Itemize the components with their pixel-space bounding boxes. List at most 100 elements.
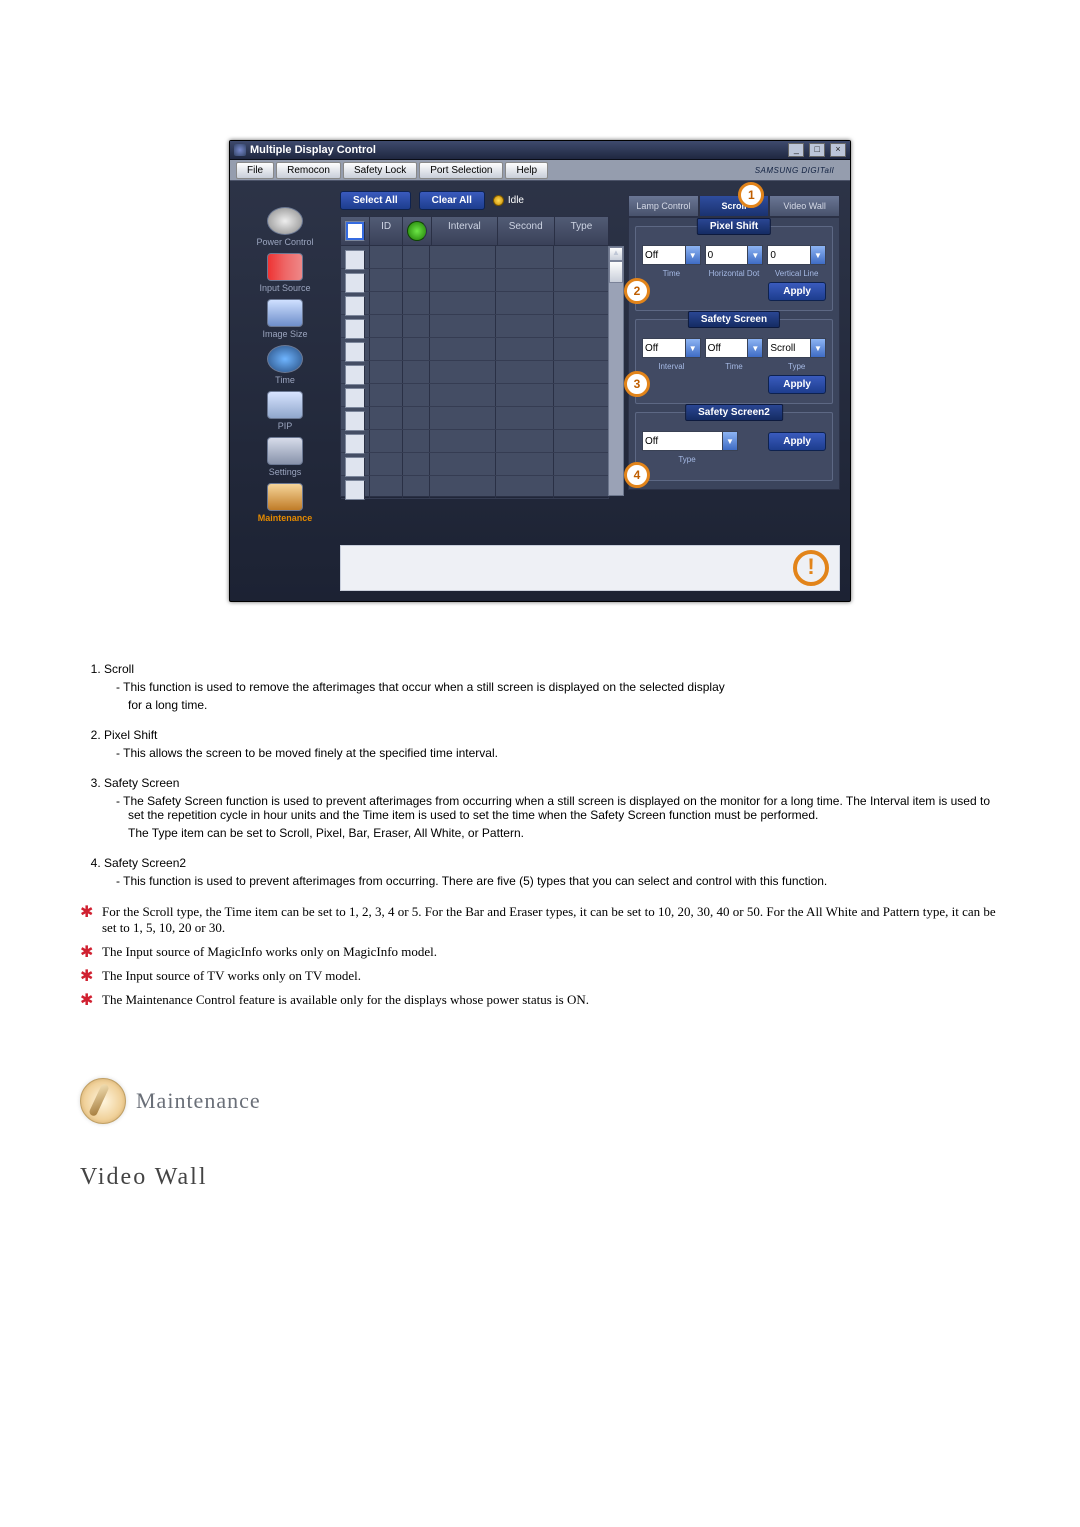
right-tabs: Lamp Control Scroll 1 Video Wall — [628, 195, 840, 217]
chevron-down-icon: ▼ — [810, 246, 825, 264]
safety-screen-time-select[interactable]: Off▼ — [705, 338, 764, 358]
table-row[interactable] — [341, 476, 609, 499]
badge-2: 2 — [624, 278, 650, 304]
menu-help[interactable]: Help — [505, 162, 548, 179]
row-checkbox[interactable] — [345, 296, 365, 316]
tab-video-wall[interactable]: Video Wall — [769, 195, 840, 217]
note-line: The Input source of MagicInfo works only… — [80, 944, 1000, 960]
row-checkbox[interactable] — [345, 319, 365, 339]
doc-line: for a long time. — [104, 698, 1000, 712]
menu-remocon[interactable]: Remocon — [276, 162, 341, 179]
pixel-shift-legend: Pixel Shift — [697, 218, 771, 235]
menu-file[interactable]: File — [236, 162, 274, 179]
table-row[interactable] — [341, 269, 609, 292]
table-row[interactable] — [341, 315, 609, 338]
row-checkbox[interactable] — [345, 480, 365, 500]
pixel-shift-hdot-select[interactable]: 0▼ — [705, 245, 764, 265]
close-button[interactable]: × — [830, 143, 846, 157]
chevron-down-icon: ▼ — [722, 432, 737, 450]
row-checkbox[interactable] — [345, 388, 365, 408]
status-footer: ! — [340, 545, 840, 591]
table-row[interactable] — [341, 407, 609, 430]
group-safety-screen2: Safety Screen2 Off▼ Apply Type 4 — [635, 412, 833, 481]
sidebar-item-image-size[interactable]: Image Size — [245, 299, 325, 339]
table-row[interactable] — [341, 361, 609, 384]
doc-line: This allows the screen to be moved finel… — [104, 746, 1000, 760]
status-header-icon — [407, 221, 427, 241]
sidebar-item-time[interactable]: Time — [245, 345, 325, 385]
sidebar-item-pip[interactable]: PIP — [245, 391, 325, 431]
time-icon — [267, 345, 303, 373]
subheading-video-wall: Video Wall — [80, 1164, 1000, 1191]
table-row[interactable] — [341, 453, 609, 476]
sidebar-item-maintenance[interactable]: Maintenance — [245, 483, 325, 523]
header-checkbox[interactable] — [345, 221, 365, 241]
safety-screen-apply-button[interactable]: Apply — [768, 375, 826, 394]
doc-line: This function is used to remove the afte… — [104, 680, 1000, 694]
brush-icon — [80, 1078, 126, 1124]
chevron-down-icon: ▼ — [810, 339, 825, 357]
sidebar-item-power-control[interactable]: Power Control — [245, 207, 325, 247]
grid-header: ID Interval Second Type — [340, 216, 610, 246]
grid-body: ▲ — [340, 246, 610, 497]
row-checkbox[interactable] — [345, 250, 365, 270]
power-icon — [267, 207, 303, 235]
sidebar-item-input-source[interactable]: Input Source — [245, 253, 325, 293]
row-checkbox[interactable] — [345, 411, 365, 431]
table-row[interactable] — [341, 292, 609, 315]
select-all-button[interactable]: Select All — [340, 191, 411, 210]
safety-screen2-legend: Safety Screen2 — [685, 404, 783, 421]
menu-port-selection[interactable]: Port Selection — [419, 162, 503, 179]
clear-all-button[interactable]: Clear All — [419, 191, 485, 210]
row-checkbox[interactable] — [345, 365, 365, 385]
table-row[interactable] — [341, 246, 609, 269]
app-icon — [234, 144, 246, 156]
row-checkbox[interactable] — [345, 273, 365, 293]
note-line: The Input source of TV works only on TV … — [80, 968, 1000, 984]
safety-screen2-type-select[interactable]: Off▼ — [642, 431, 738, 451]
badge-1: 1 — [738, 182, 764, 208]
row-checkbox[interactable] — [345, 434, 365, 454]
doc-item: ScrollThis function is used to remove th… — [104, 662, 1000, 712]
idle-dot-icon — [493, 195, 504, 206]
col-second: Second — [498, 217, 555, 245]
doc-line: This function is used to prevent afterim… — [104, 874, 1000, 888]
doc-item: Pixel ShiftThis allows the screen to be … — [104, 728, 1000, 760]
pixel-shift-apply-button[interactable]: Apply — [768, 282, 826, 301]
tab-scroll[interactable]: Scroll 1 — [699, 195, 770, 217]
image-size-icon — [267, 299, 303, 327]
sidebar-item-settings[interactable]: Settings — [245, 437, 325, 477]
doc-item: Safety Screen2This function is used to p… — [104, 856, 1000, 888]
scroll-up-icon[interactable]: ▲ — [609, 247, 623, 261]
row-checkbox[interactable] — [345, 457, 365, 477]
window-title: Multiple Display Control — [250, 144, 786, 156]
safety-screen-type-select[interactable]: Scroll▼ — [767, 338, 826, 358]
tab-lamp-control[interactable]: Lamp Control — [628, 195, 699, 217]
table-row[interactable] — [341, 430, 609, 453]
menu-safety-lock[interactable]: Safety Lock — [343, 162, 417, 179]
table-row[interactable] — [341, 338, 609, 361]
doc-line: The Type item can be set to Scroll, Pixe… — [104, 826, 1000, 840]
warning-icon: ! — [793, 550, 829, 586]
pixel-shift-vline-select[interactable]: 0▼ — [767, 245, 826, 265]
table-row[interactable] — [341, 384, 609, 407]
source-icon — [267, 253, 303, 281]
doc-line: The Safety Screen function is used to pr… — [104, 794, 1000, 822]
safety-screen2-apply-button[interactable]: Apply — [768, 432, 826, 451]
group-pixel-shift: Pixel Shift Off▼ 0▼ 0▼ Time Horizontal D… — [635, 226, 833, 311]
section-title: Maintenance — [136, 1088, 261, 1114]
group-safety-screen: Safety Screen Off▼ Off▼ Scroll▼ Interval… — [635, 319, 833, 404]
doc-item: Safety ScreenThe Safety Screen function … — [104, 776, 1000, 840]
pixel-shift-time-select[interactable]: Off▼ — [642, 245, 701, 265]
safety-screen-interval-select[interactable]: Off▼ — [642, 338, 701, 358]
scroll-thumb[interactable] — [609, 261, 623, 283]
note-line: For the Scroll type, the Time item can b… — [80, 904, 1000, 936]
minimize-button[interactable]: _ — [788, 143, 804, 157]
maximize-button[interactable]: □ — [809, 143, 825, 157]
maintenance-icon — [267, 483, 303, 511]
pip-icon — [267, 391, 303, 419]
grid-scrollbar[interactable]: ▲ — [608, 246, 624, 496]
chevron-down-icon: ▼ — [685, 339, 700, 357]
row-checkbox[interactable] — [345, 342, 365, 362]
badge-3: 3 — [624, 371, 650, 397]
